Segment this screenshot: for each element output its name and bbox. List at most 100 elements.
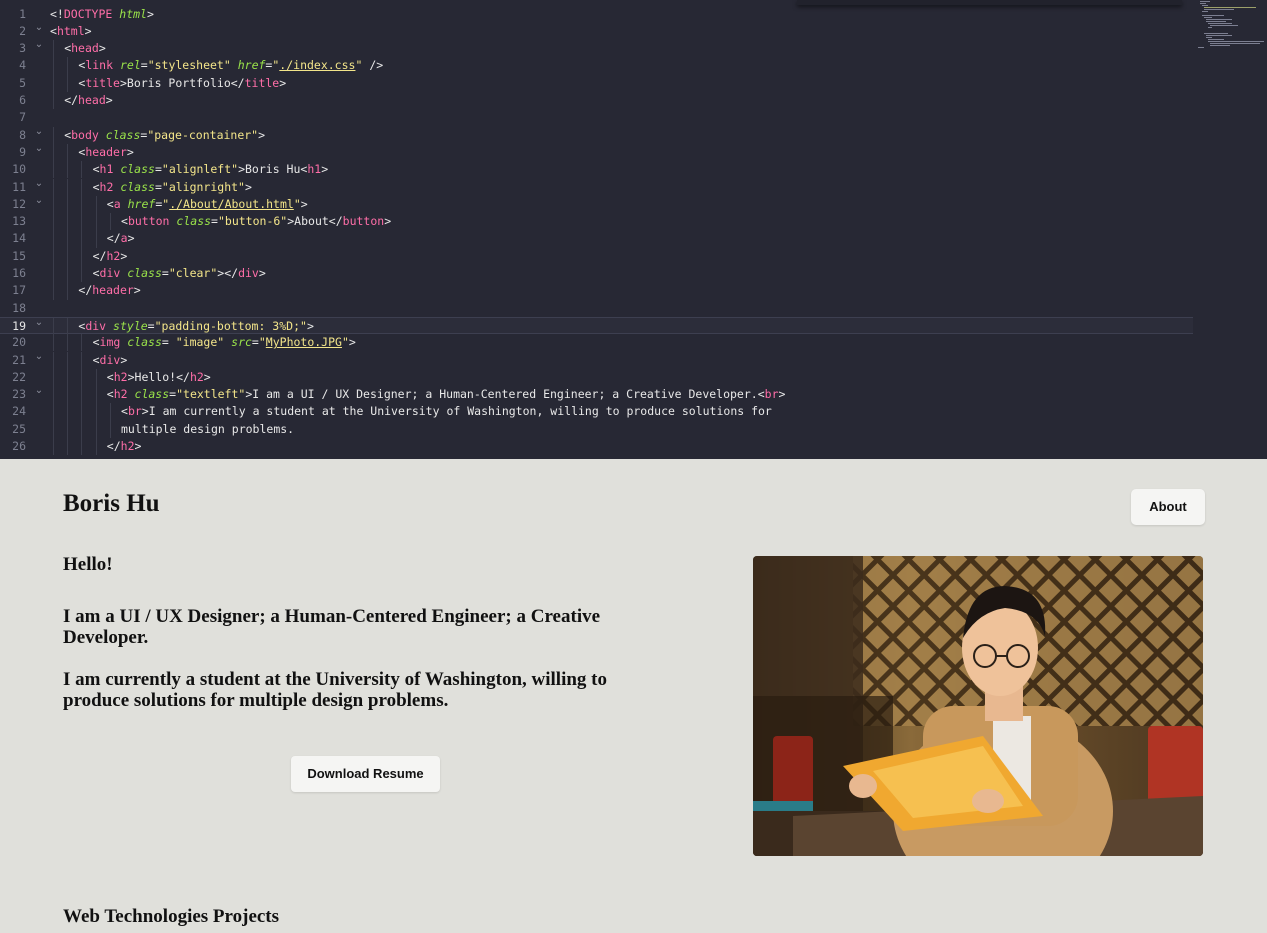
line-number: 3	[19, 41, 26, 56]
code-line[interactable]: 13 <button class="button-6">About</button…	[0, 213, 1193, 231]
code-line[interactable]: 15 </h2>	[0, 247, 1193, 265]
fold-chevron-icon[interactable]: ⌄	[34, 19, 44, 36]
code-line[interactable]: 25 multiple design problems.	[0, 420, 1193, 438]
code-text[interactable]: <div class="clear"></div>	[93, 265, 266, 282]
code-text[interactable]: <h1 class="alignleft">Boris Hu<h1>	[93, 161, 329, 178]
line-number: 14	[12, 231, 26, 246]
code-text[interactable]: <title>Boris Portfolio</title>	[78, 75, 286, 92]
line-number: 23	[12, 387, 26, 402]
code-line[interactable]: 1 <!DOCTYPE html>	[0, 6, 1193, 23]
fold-chevron-icon[interactable]: ⌄	[34, 123, 44, 140]
code-line[interactable]: 26 </h2>	[0, 438, 1193, 456]
code-line[interactable]: 19 ⌄ <div style="padding-bottom: 3%D;">	[0, 314, 1193, 336]
indent-guide	[81, 420, 83, 438]
indent-guide	[95, 230, 97, 248]
code-text[interactable]: <img class= "image" src="MyPhoto.JPG">	[93, 334, 356, 351]
indent-guide	[67, 438, 69, 456]
code-text[interactable]: <div style="padding-bottom: 3%D;">	[78, 318, 313, 335]
indent-guide	[53, 438, 54, 456]
code-line[interactable]: 22 <h2>Hello!</h2>	[0, 368, 1193, 387]
download-resume-button[interactable]: Download Resume	[291, 756, 440, 792]
indent-guide	[81, 403, 83, 421]
indent-guide	[53, 178, 54, 196]
code-text[interactable]: <a href="./About/About.html">	[107, 196, 308, 213]
code-text[interactable]: <!DOCTYPE html>	[50, 6, 154, 23]
line-number: 10	[12, 162, 26, 177]
code-line[interactable]: 4 <link rel="stylesheet" href="./index.cs…	[0, 57, 1193, 75]
fold-chevron-icon[interactable]: ⌄	[34, 382, 44, 399]
code-line[interactable]: 2 ⌄ <html>	[0, 22, 1193, 40]
fold-chevron-icon[interactable]: ⌄	[34, 348, 44, 365]
code-line[interactable]: 6 </head>	[0, 92, 1193, 110]
code-text[interactable]: <head>	[64, 40, 106, 57]
code-line[interactable]: 5 <title>Boris Portfolio</title>	[0, 74, 1193, 92]
code-text[interactable]: </head>	[64, 92, 113, 109]
code-line[interactable]: 7	[0, 109, 1193, 126]
code-line[interactable]: 11 ⌄ <h2 class="alignright">	[0, 178, 1193, 196]
code-line[interactable]: 20 <img class= "image" src="MyPhoto.JPG">	[0, 334, 1193, 352]
indent-guide	[109, 213, 111, 231]
fold-chevron-icon[interactable]: ⌄	[34, 175, 44, 192]
fold-chevron-icon[interactable]: ⌄	[34, 192, 44, 209]
indent-guide	[53, 282, 54, 300]
code-text[interactable]: multiple design problems.	[121, 421, 294, 438]
code-line[interactable]: 23 ⌄ <h2 class="textleft">I am a UI / UX D…	[0, 385, 1193, 404]
line-number: 8	[19, 127, 26, 142]
code-text[interactable]: <html>	[50, 23, 92, 40]
indent-guide	[95, 403, 97, 421]
code-text[interactable]: <br>I am currently a student at the Univ…	[121, 403, 772, 420]
line-number: 21	[12, 352, 26, 367]
code-text[interactable]: <header>	[78, 144, 133, 161]
code-text[interactable]: </header>	[78, 282, 140, 299]
line-number: 5	[19, 75, 26, 90]
indent-guide	[53, 265, 54, 283]
code-text[interactable]: </h2>	[93, 248, 128, 265]
code-text[interactable]: <body class="page-container">	[64, 127, 265, 144]
indent-guide	[95, 386, 97, 404]
line-number: 25	[12, 421, 26, 436]
indent-guide	[67, 403, 69, 421]
code-line[interactable]: 3 ⌄ <head>	[0, 39, 1193, 58]
indent-guide	[67, 230, 69, 248]
line-number: 20	[12, 335, 26, 350]
fold-chevron-icon[interactable]: ⌄	[34, 314, 44, 331]
code-text[interactable]: </a>	[107, 230, 135, 247]
indent-guide	[67, 195, 69, 214]
code-line[interactable]: 12 ⌄ <a href="./About/About.html">	[0, 195, 1193, 214]
code-line[interactable]: 14 </a>	[0, 230, 1193, 248]
line-number: 7	[19, 110, 26, 125]
code-line[interactable]: 17 </header>	[0, 282, 1193, 300]
about-button[interactable]: About	[1131, 489, 1205, 525]
code-line[interactable]: 16 <div class="clear"></div>	[0, 265, 1193, 283]
code-text[interactable]: </h2>	[107, 438, 142, 455]
code-text[interactable]: <button class="button-6">About</button>	[121, 213, 391, 230]
indent-guide	[81, 178, 83, 196]
indent-guide	[53, 40, 54, 58]
projects-heading: Web Technologies Projects	[63, 906, 280, 927]
fold-chevron-icon[interactable]: ⌄	[34, 140, 44, 157]
code-text[interactable]: <h2>Hello!</h2>	[107, 369, 211, 386]
code-editor[interactable]: 1 <!DOCTYPE html> 2 ⌄ <html> 3 ⌄ <head> 4 <link r…	[0, 0, 1267, 459]
code-text[interactable]: <div>	[93, 352, 128, 369]
indent-guide	[53, 161, 54, 179]
fold-chevron-icon[interactable]: ⌄	[34, 36, 44, 53]
code-text[interactable]: <h2 class="alignright">	[93, 179, 252, 196]
code-line[interactable]: 10 <h1 class="alignleft">Boris Hu<h1>	[0, 161, 1193, 179]
line-number: 12	[12, 196, 26, 211]
code-text[interactable]: <h2 class="textleft">I am a UI / UX Desi…	[107, 386, 786, 403]
minimap[interactable]	[1196, 0, 1267, 50]
indent-guide	[67, 247, 69, 265]
indent-guide	[81, 195, 83, 214]
line-number: 9	[19, 144, 26, 159]
code-line[interactable]: 9 ⌄ <header>	[0, 143, 1193, 162]
indent-guide	[81, 161, 83, 179]
code-line[interactable]: 24 <br>I am currently a student at the Un…	[0, 403, 1193, 421]
code-line[interactable]: 8 ⌄ <body class="page-container">	[0, 126, 1193, 144]
indent-guide	[67, 178, 69, 196]
code-line[interactable]: 18	[0, 300, 1193, 317]
code-text[interactable]: <link rel="stylesheet" href="./index.css…	[78, 57, 383, 74]
code-line[interactable]: 21 ⌄ <div>	[0, 351, 1193, 369]
indent-guide	[81, 368, 83, 387]
line-number: 24	[12, 404, 26, 419]
indent-guide	[67, 317, 69, 336]
